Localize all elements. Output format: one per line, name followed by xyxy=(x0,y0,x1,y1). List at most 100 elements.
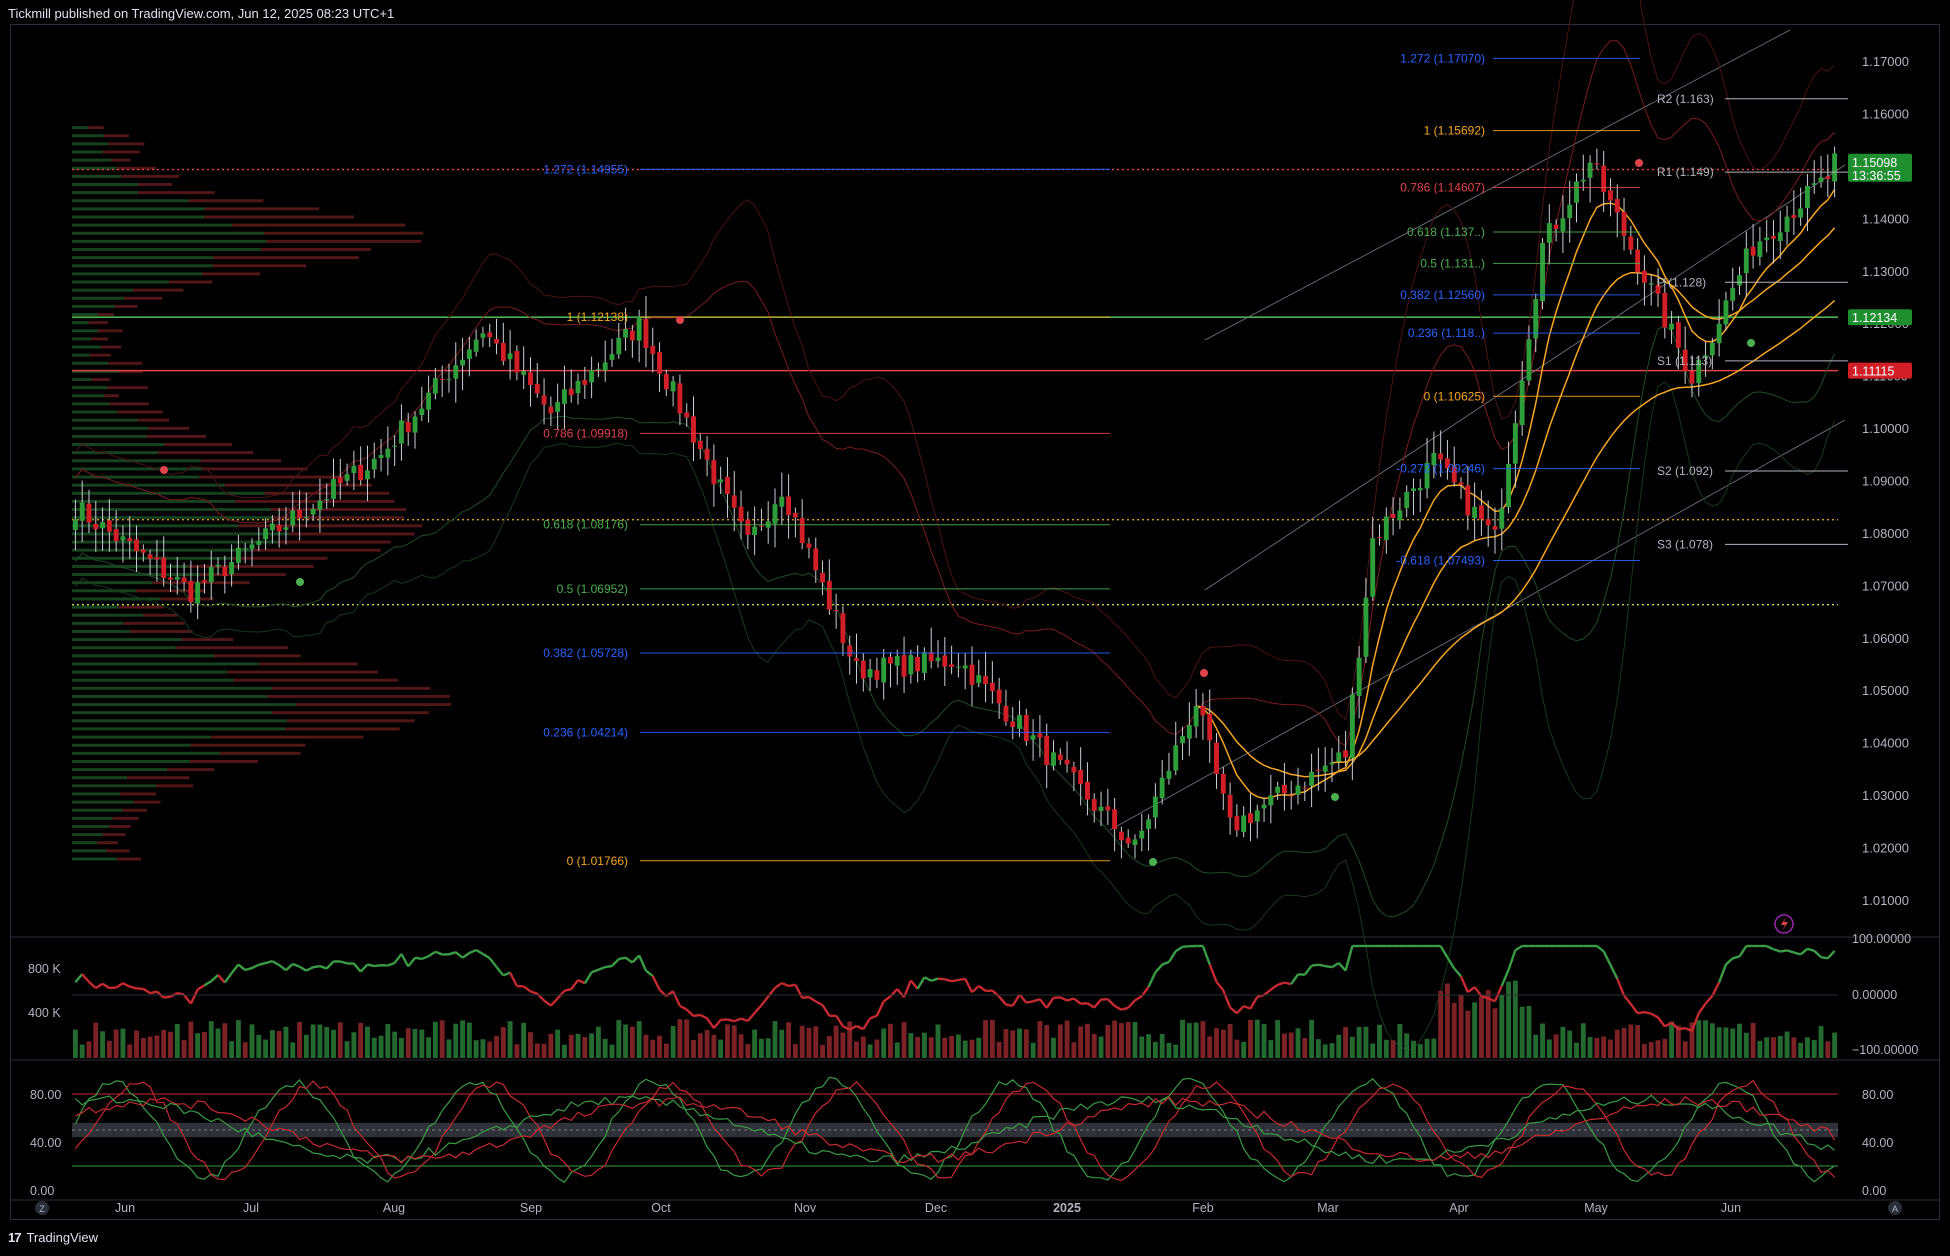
candle-up[interactable] xyxy=(432,378,438,394)
candle-up[interactable] xyxy=(480,333,486,338)
candle-up[interactable] xyxy=(561,389,567,404)
candle-down[interactable] xyxy=(888,656,893,664)
tradingview-footer[interactable]: 17 TradingView xyxy=(8,1230,98,1245)
candle-down[interactable] xyxy=(297,509,302,518)
candle-down[interactable] xyxy=(826,580,832,610)
candle-down[interactable] xyxy=(1594,163,1600,165)
candle-up[interactable] xyxy=(1180,736,1185,744)
candle-down[interactable] xyxy=(127,538,133,542)
candle-up[interactable] xyxy=(1254,810,1260,822)
candle-down[interactable] xyxy=(1125,837,1131,844)
candle-up[interactable] xyxy=(453,365,459,379)
candle-down[interactable] xyxy=(1675,322,1681,348)
candle-up[interactable] xyxy=(1499,508,1505,529)
candle-down[interactable] xyxy=(942,655,948,667)
candle-down[interactable] xyxy=(813,548,819,571)
candle-down[interactable] xyxy=(677,383,683,414)
candle-down[interactable] xyxy=(1023,715,1029,742)
candle-up[interactable] xyxy=(215,564,221,567)
candle-down[interactable] xyxy=(154,557,160,560)
candle-down[interactable] xyxy=(582,379,588,385)
candle-up[interactable] xyxy=(1506,463,1512,508)
candle-down[interactable] xyxy=(1234,815,1240,831)
candle-up[interactable] xyxy=(235,547,241,563)
candle-up[interactable] xyxy=(1166,770,1172,779)
candle-down[interactable] xyxy=(1071,766,1077,773)
candle-up[interactable] xyxy=(1261,804,1267,809)
candle-down[interactable] xyxy=(799,518,805,544)
candle-up[interactable] xyxy=(1193,706,1199,727)
candle-up[interactable] xyxy=(1098,806,1104,812)
candle-up[interactable] xyxy=(365,470,370,480)
candle-down[interactable] xyxy=(792,512,798,518)
candle-up[interactable] xyxy=(317,500,323,510)
candle-up[interactable] xyxy=(1309,771,1315,786)
candle-down[interactable] xyxy=(1091,798,1097,811)
candle-up[interactable] xyxy=(1811,183,1817,186)
candle-down[interactable] xyxy=(1085,781,1090,800)
candle-down[interactable] xyxy=(1044,735,1050,766)
candle-down[interactable] xyxy=(915,656,921,672)
candle-up[interactable] xyxy=(1030,735,1036,740)
candle-up[interactable] xyxy=(1648,283,1654,285)
candle-up[interactable] xyxy=(1472,506,1478,518)
candle-down[interactable] xyxy=(202,580,207,583)
candle-down[interactable] xyxy=(1771,236,1776,239)
candle-down[interactable] xyxy=(629,330,635,341)
candle-down[interactable] xyxy=(650,345,656,354)
candle-up[interactable] xyxy=(595,368,601,370)
candle-down[interactable] xyxy=(1214,742,1219,775)
candle-down[interactable] xyxy=(494,338,499,344)
candle-down[interactable] xyxy=(691,416,696,443)
candle-down[interactable] xyxy=(704,448,710,460)
candle-down[interactable] xyxy=(949,664,955,667)
candle-up[interactable] xyxy=(1818,177,1824,182)
candle-up[interactable] xyxy=(962,665,968,669)
candle-down[interactable] xyxy=(840,613,846,644)
candle-up[interactable] xyxy=(935,657,941,661)
candle-up[interactable] xyxy=(290,510,296,526)
candle-up[interactable] xyxy=(1784,216,1790,232)
candle-up[interactable] xyxy=(1587,162,1593,178)
candle-up[interactable] xyxy=(283,527,289,530)
candle-down[interactable] xyxy=(758,525,764,527)
candle-up[interactable] xyxy=(507,353,513,360)
candle-up[interactable] xyxy=(1132,839,1138,845)
candle-down[interactable] xyxy=(548,406,554,414)
candle-down[interactable] xyxy=(1003,705,1009,722)
candle-down[interactable] xyxy=(93,523,99,530)
candle-down[interactable] xyxy=(1614,198,1620,213)
candle-down[interactable] xyxy=(1791,215,1797,219)
candle-up[interactable] xyxy=(575,381,581,394)
candle-up[interactable] xyxy=(426,392,432,410)
candle-up[interactable] xyxy=(1275,786,1281,793)
candle-down[interactable] xyxy=(1302,787,1308,789)
candle-up[interactable] xyxy=(670,381,676,392)
candle-up[interactable] xyxy=(955,666,961,668)
channel-line[interactable] xyxy=(1109,419,1846,831)
candle-down[interactable] xyxy=(1281,784,1287,794)
candle-up[interactable] xyxy=(1051,752,1056,766)
candle-down[interactable] xyxy=(1377,536,1382,538)
candle-down[interactable] xyxy=(657,352,662,374)
candle-down[interactable] xyxy=(786,496,792,516)
candle-up[interactable] xyxy=(1241,815,1247,833)
volume-bars[interactable] xyxy=(72,980,1838,1058)
channel-line[interactable] xyxy=(1204,29,1791,341)
candle-up[interactable] xyxy=(1146,819,1152,829)
candle-down[interactable] xyxy=(487,332,493,338)
candle-down[interactable] xyxy=(1288,795,1294,797)
candle-up[interactable] xyxy=(1560,218,1566,232)
candle-down[interactable] xyxy=(1390,513,1396,518)
candle-up[interactable] xyxy=(555,402,561,412)
candle-up[interactable] xyxy=(609,354,615,360)
candle-up[interactable] xyxy=(1383,516,1389,540)
candle-up[interactable] xyxy=(1349,694,1355,759)
candle-up[interactable] xyxy=(908,655,914,675)
candle-up[interactable] xyxy=(589,370,595,383)
candle-down[interactable] xyxy=(1458,482,1464,485)
candle-down[interactable] xyxy=(663,373,669,390)
candle-up[interactable] xyxy=(1173,745,1179,771)
candle-down[interactable] xyxy=(1118,831,1124,841)
candle-down[interactable] xyxy=(541,395,547,405)
